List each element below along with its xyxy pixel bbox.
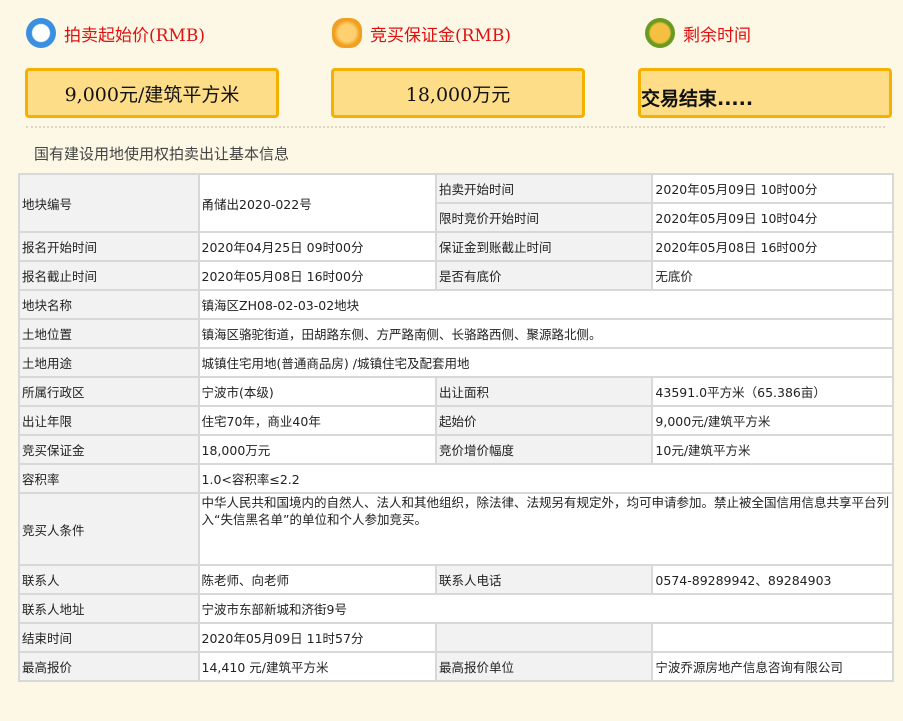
cell-value: 2020年05月09日 11时57分 (197, 622, 437, 653)
cell-label: 联系人地址 (18, 593, 200, 624)
table-row: 报名截止时间 2020年05月08日 16时00分 是否有底价 无底价 (18, 260, 894, 291)
cell-value: 2020年05月08日 16时00分 (651, 231, 894, 262)
cell-value: 2020年05月09日 10时04分 (651, 202, 894, 233)
cell-value: 14,410 元/建筑平方米 (197, 651, 437, 682)
table-row: 土地位置 镇海区骆驼街道，田胡路东侧、方严路南侧、长骆路西侧、聚源路北侧。 (18, 318, 895, 349)
deposit-label: 竞买保证金(RMB) (370, 25, 511, 46)
cell-value: 2020年05月08日 16时00分 (197, 260, 437, 291)
cell-value: 2020年05月09日 10时00分 (651, 173, 894, 204)
table-row: 出让年限 住宅70年，商业40年 起始价 9,000元/建筑平方米 (18, 405, 894, 436)
table-row: 结束时间 2020年05月09日 11时57分 (18, 622, 894, 653)
table-row: 联系人 陈老师、向老师 联系人电话 0574-89289942、89284903 (18, 564, 894, 595)
cell-label: 出让面积 (434, 376, 654, 407)
cell-value: 宁波市东部新城和济街9号 (197, 593, 895, 624)
cell-value: 1.0<容积率≤2.2 (197, 463, 895, 494)
cell-value: 9,000元/建筑平方米 (651, 405, 894, 436)
cell-label: 联系人 (18, 564, 200, 595)
cell-label: 是否有底价 (434, 260, 654, 291)
land-info-table: 地块编号 甬储出2020-022号 拍卖开始时间 2020年05月09日 10时00分… (18, 173, 895, 682)
table-row: 容积率 1.0<容积率≤2.2 (18, 463, 895, 494)
cell-value (651, 622, 894, 653)
cell-label (434, 622, 654, 653)
cell-value: 18,000万元 (197, 434, 437, 465)
cell-label: 结束时间 (18, 622, 200, 653)
cell-label: 竞价增价幅度 (434, 434, 654, 465)
cell-value: 城镇住宅用地(普通商品房) /城镇住宅及配套用地 (197, 347, 895, 378)
cell-label: 保证金到账截止时间 (434, 231, 654, 262)
cell-label: 地块名称 (18, 289, 200, 320)
cell-value: 宁波乔源房地产信息咨询有限公司 (651, 651, 894, 682)
divider (26, 126, 885, 128)
cell-label: 所属行政区 (18, 376, 200, 407)
section-title: 国有建设用地使用权拍卖出让基本信息 (34, 145, 290, 163)
cell-label: 起始价 (434, 405, 654, 436)
cell-label: 限时竞价开始时间 (434, 202, 654, 233)
cell-value: 甬储出2020-022号 (197, 173, 437, 233)
cell-value: 10元/建筑平方米 (651, 434, 894, 465)
clock-money-icon (26, 18, 56, 48)
deposit-value: 18,000万元 (331, 68, 585, 118)
table-row: 地块名称 镇海区ZH08-02-03-02地块 (18, 289, 895, 320)
cell-label: 联系人电话 (434, 564, 654, 595)
cell-value: 43591.0平方米（65.386亩） (651, 376, 894, 407)
table-row: 联系人地址 宁波市东部新城和济街9号 (18, 593, 895, 624)
table-row: 报名开始时间 2020年04月25日 09时00分 保证金到账截止时间 2020年05… (18, 231, 894, 262)
remaining-time-value: 交易结束..... (638, 68, 892, 118)
deposit-header: 竞买保证金(RMB) (332, 18, 511, 48)
remaining-time-header: 剩余时间 (645, 18, 751, 48)
cell-value: 无底价 (651, 260, 894, 291)
cell-label: 竞买保证金 (18, 434, 200, 465)
table-row: 竞买人条件 中华人民共和国境内的自然人、法人和其他组织，除法律、法规另有规定外，均… (18, 492, 895, 566)
table-row: 土地用途 城镇住宅用地(普通商品房) /城镇住宅及配套用地 (18, 347, 895, 378)
cell-value: 镇海区骆驼街道，田胡路东侧、方严路南侧、长骆路西侧、聚源路北侧。 (197, 318, 895, 349)
money-bag-icon (332, 18, 362, 48)
cell-value: 0574-89289942、89284903 (651, 564, 894, 595)
cell-value: 住宅70年，商业40年 (197, 405, 437, 436)
cell-label: 报名截止时间 (18, 260, 200, 291)
alarm-clock-icon (645, 18, 675, 48)
cell-value: 2020年04月25日 09时00分 (197, 231, 437, 262)
cell-label: 报名开始时间 (18, 231, 200, 262)
remaining-time-label: 剩余时间 (683, 25, 751, 46)
cell-value: 镇海区ZH08-02-03-02地块 (197, 289, 895, 320)
cell-label: 土地用途 (18, 347, 200, 378)
cell-value: 陈老师、向老师 (197, 564, 437, 595)
starting-price-value: 9,000元/建筑平方米 (25, 68, 279, 118)
starting-price-label: 拍卖起始价(RMB) (64, 25, 205, 46)
cell-value: 宁波市(本级) (197, 376, 437, 407)
cell-label: 最高报价单位 (434, 651, 654, 682)
table-row: 所属行政区 宁波市(本级) 出让面积 43591.0平方米（65.386亩） (18, 376, 894, 407)
cell-label: 拍卖开始时间 (434, 173, 654, 204)
cell-label: 土地位置 (18, 318, 200, 349)
table-row: 最高报价 14,410 元/建筑平方米 最高报价单位 宁波乔源房地产信息咨询有限公司 (18, 651, 894, 682)
cell-label: 出让年限 (18, 405, 200, 436)
cell-label: 地块编号 (18, 173, 200, 233)
cell-value: 中华人民共和国境内的自然人、法人和其他组织，除法律、法规另有规定外，均可申请参加… (197, 492, 895, 566)
table-row: 地块编号 甬储出2020-022号 拍卖开始时间 2020年05月09日 10时00分 (18, 173, 894, 233)
table-row: 竞买保证金 18,000万元 竞价增价幅度 10元/建筑平方米 (18, 434, 894, 465)
cell-label: 容积率 (18, 463, 200, 494)
cell-label: 最高报价 (18, 651, 200, 682)
starting-price-header: 拍卖起始价(RMB) (26, 18, 205, 48)
cell-label: 竞买人条件 (18, 492, 200, 566)
